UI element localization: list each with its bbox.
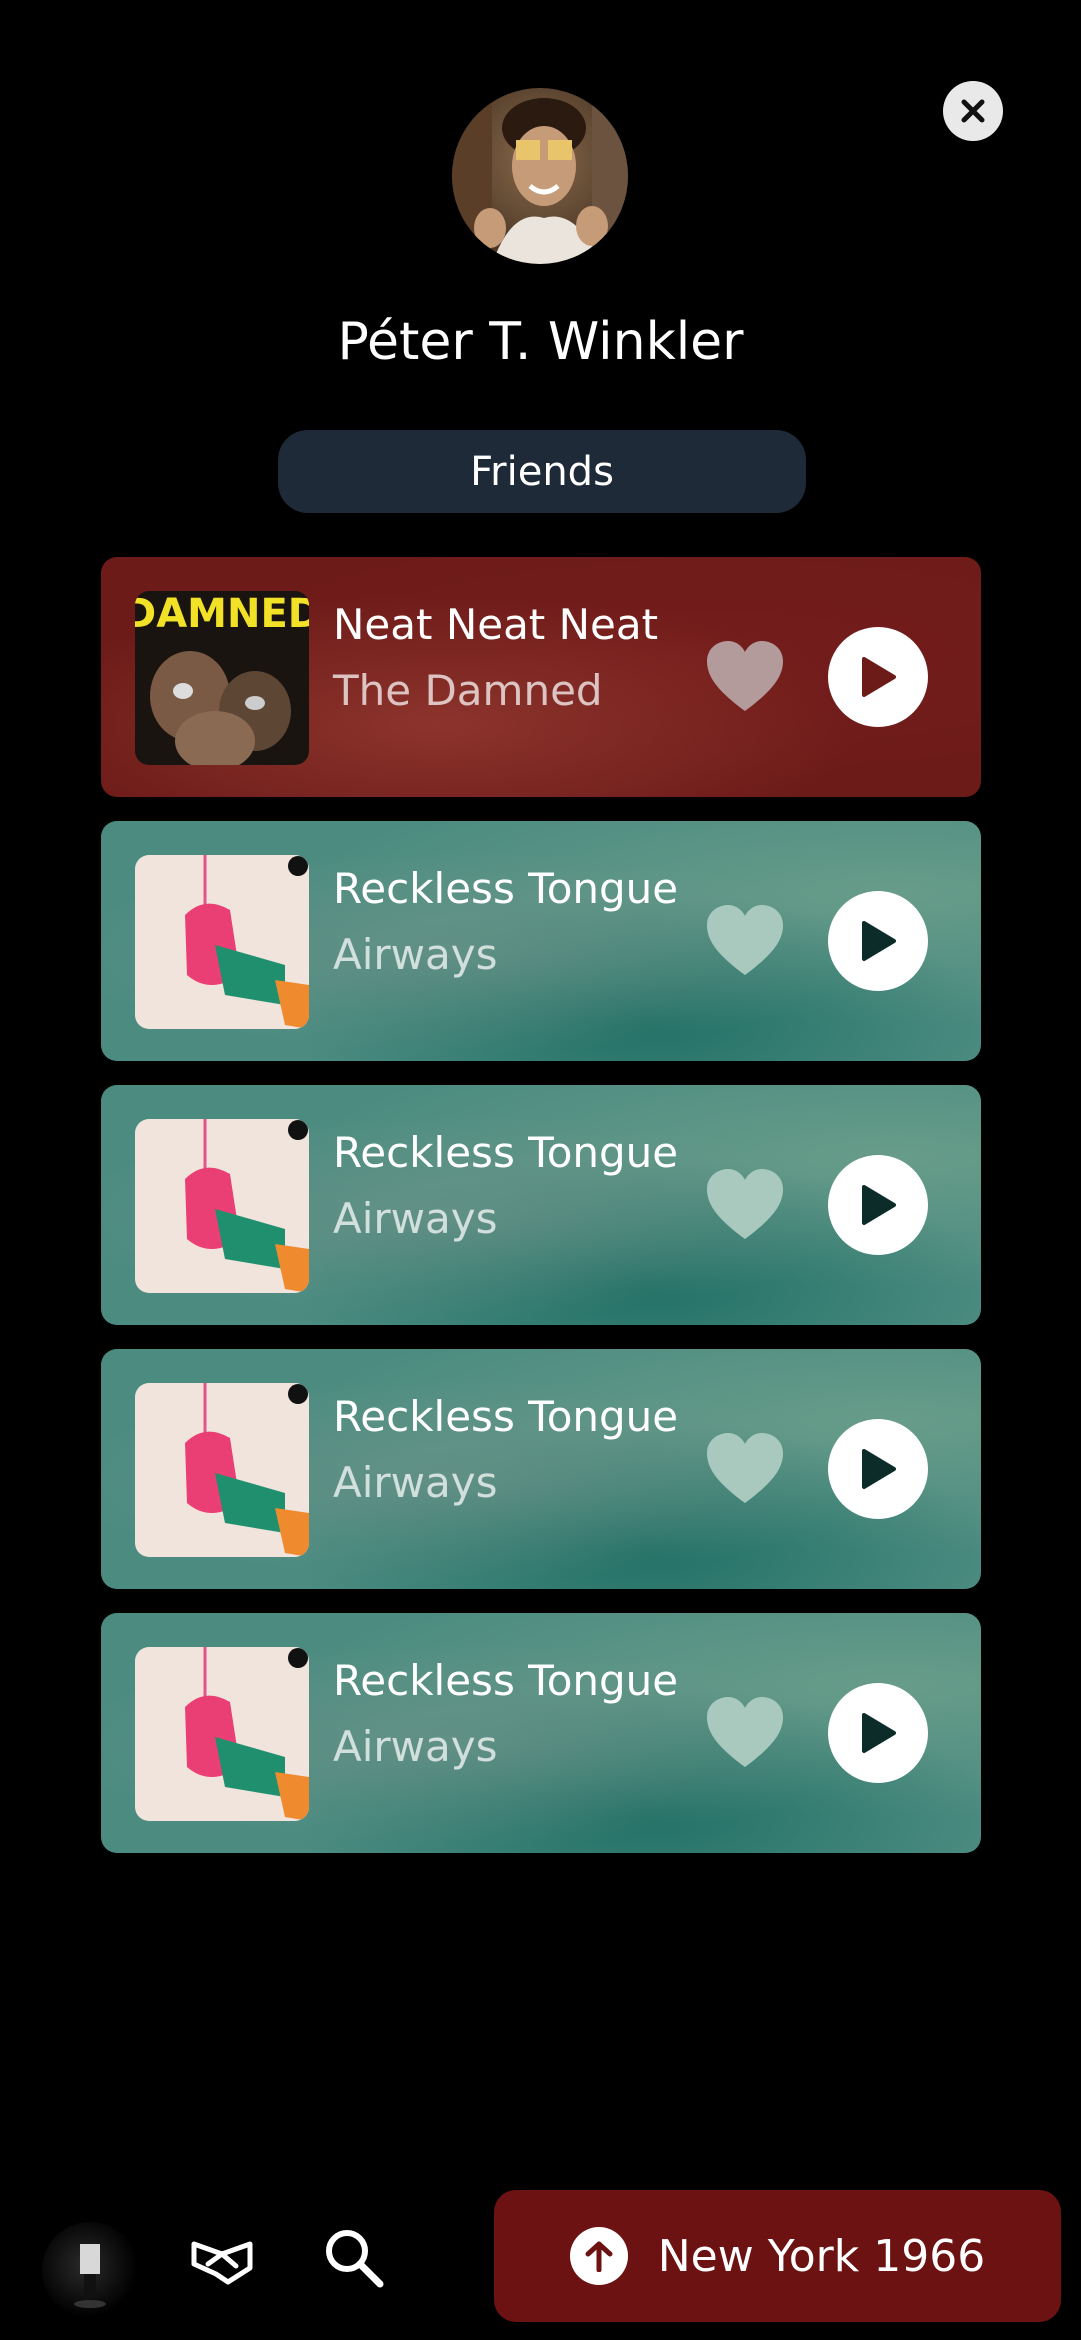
profile-thumbnail[interactable] xyxy=(42,2222,138,2318)
play-button[interactable] xyxy=(828,891,928,991)
search-icon[interactable] xyxy=(320,2224,388,2292)
track-title: Reckless Tongue xyxy=(333,1656,679,1705)
track-title: Reckless Tongue xyxy=(333,864,679,913)
heart-icon[interactable] xyxy=(705,903,785,979)
track-artist: Airways xyxy=(333,1722,498,1771)
arrow-up-icon xyxy=(585,2241,613,2272)
track-card[interactable]: Reckless Tongue Airways xyxy=(101,1613,981,1853)
avatar xyxy=(452,88,628,264)
album-cover xyxy=(135,855,309,1029)
play-icon xyxy=(862,1185,896,1225)
track-artist: Airways xyxy=(333,1194,498,1243)
track-card[interactable]: Reckless Tongue Airways xyxy=(101,821,981,1061)
track-artist: Airways xyxy=(333,930,498,979)
city-label: New York 1966 xyxy=(657,2230,986,2282)
track-card[interactable]: Reckless Tongue Airways xyxy=(101,1349,981,1589)
album-cover xyxy=(135,1383,309,1557)
arrow-up-circle xyxy=(569,2227,628,2285)
close-button[interactable] xyxy=(943,81,1003,141)
track-artist: The Damned xyxy=(333,666,603,715)
album-cover-text: DAMNED xyxy=(135,591,309,637)
album-cover: DAMNED xyxy=(135,591,309,765)
heart-icon[interactable] xyxy=(705,639,785,715)
heart-icon[interactable] xyxy=(705,1431,785,1507)
play-button[interactable] xyxy=(828,1683,928,1783)
album-cover xyxy=(135,1647,309,1821)
friends-button[interactable]: Friends xyxy=(278,430,806,513)
heart-icon[interactable] xyxy=(705,1167,785,1243)
track-title: Reckless Tongue xyxy=(333,1128,679,1177)
play-button[interactable] xyxy=(828,1155,928,1255)
close-icon xyxy=(961,99,985,123)
play-icon xyxy=(862,1449,896,1489)
play-button[interactable] xyxy=(828,627,928,727)
heart-icon[interactable] xyxy=(705,1695,785,1771)
track-card[interactable]: Reckless Tongue Airways xyxy=(101,1085,981,1325)
play-icon xyxy=(862,1713,896,1753)
play-icon xyxy=(862,657,896,697)
track-artist: Airways xyxy=(333,1458,498,1507)
play-button[interactable] xyxy=(828,1419,928,1519)
play-icon xyxy=(862,921,896,961)
album-cover xyxy=(135,1119,309,1293)
track-title: Neat Neat Neat xyxy=(333,600,659,649)
city-button[interactable]: New York 1966 xyxy=(494,2190,1061,2322)
track-title: Reckless Tongue xyxy=(333,1392,679,1441)
profile-name: Péter T. Winkler xyxy=(337,312,744,372)
handshake-icon[interactable] xyxy=(188,2224,256,2292)
track-card[interactable]: DAMNED Neat Neat Neat The Damned xyxy=(101,557,981,797)
